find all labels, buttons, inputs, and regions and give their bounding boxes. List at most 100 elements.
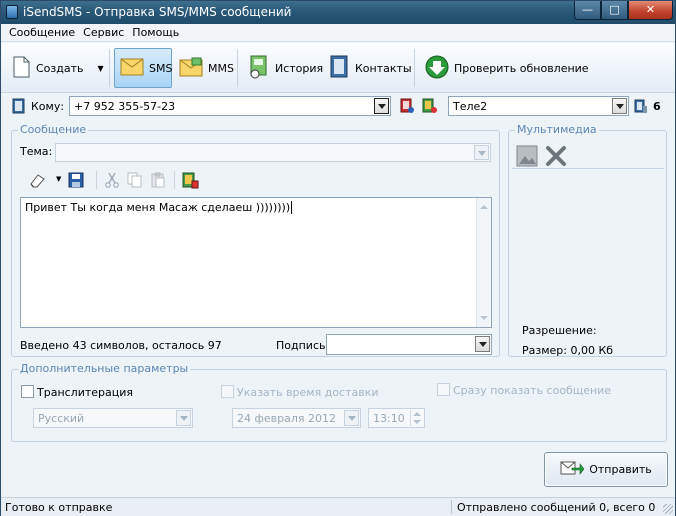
send-button[interactable]: Отправить xyxy=(544,452,668,487)
multimedia-group-title: Мультимедиа xyxy=(515,123,599,136)
message-textarea[interactable]: Привет Ты когда меня Масаж сделаеш )))))… xyxy=(20,197,492,328)
title-bar: iSendSMS - Отправка SMS/MMS сообщений — … xyxy=(1,1,675,24)
toolbar: Создать ▼ SMS MMS История Контакты Прове… xyxy=(1,43,675,93)
contacts-button[interactable]: Контакты xyxy=(323,48,417,88)
create-button[interactable]: Создать ▼ xyxy=(6,48,109,88)
message-group-title: Сообщение xyxy=(18,123,89,136)
minimize-icon[interactable]: — xyxy=(574,1,601,20)
toolbar-separator xyxy=(414,49,415,87)
recipients-count: 6 xyxy=(653,100,661,113)
add-contact-icon[interactable] xyxy=(399,98,415,114)
delivery-date-picker[interactable]: 24 февраля 2012 xyxy=(232,408,361,428)
address-book-icon xyxy=(328,55,350,82)
window-title: iSendSMS - Отправка SMS/MMS сообщений xyxy=(23,5,292,19)
menu-help[interactable]: Помощь xyxy=(128,26,183,39)
update-label: Проверить обновление xyxy=(454,61,589,75)
menu-message[interactable]: Сообщение xyxy=(5,26,79,39)
contacts-label: Контакты xyxy=(355,61,412,75)
update-download-icon xyxy=(425,55,449,82)
sms-button[interactable]: SMS xyxy=(114,48,172,88)
delivery-time-label: Указать время доставки xyxy=(237,386,379,399)
language-combo[interactable]: Русский xyxy=(33,408,193,428)
recipient-combo[interactable]: +7 952 355-57-23 xyxy=(69,96,391,116)
language-value: Русский xyxy=(38,412,85,425)
window-controls: — □ ✕ xyxy=(574,1,673,21)
app-icon xyxy=(6,5,18,19)
resize-grip-icon[interactable] xyxy=(663,504,673,514)
flash-sms-checkbox[interactable] xyxy=(437,383,450,396)
toolbar-separator xyxy=(174,171,175,189)
status-separator xyxy=(451,500,452,514)
send-icon xyxy=(560,460,585,479)
save-icon[interactable] xyxy=(68,172,84,191)
delete-icon[interactable] xyxy=(545,146,567,169)
chevron-down-icon[interactable] xyxy=(612,98,627,114)
check-update-button[interactable]: Проверить обновление xyxy=(420,48,594,88)
char-counter: Введено 43 символов, осталось 97 xyxy=(20,339,222,352)
insert-image-icon[interactable] xyxy=(516,145,538,170)
paste-icon[interactable] xyxy=(150,172,166,191)
chevron-down-icon xyxy=(474,145,489,160)
message-text: Привет Ты когда меня Масаж сделаеш )))))… xyxy=(25,201,291,214)
delivery-time-checkbox[interactable] xyxy=(221,385,234,398)
scroll-up-icon[interactable] xyxy=(480,205,488,209)
copy-icon[interactable] xyxy=(127,172,143,191)
status-right: Отправлено сообщений 0, всего 0 xyxy=(457,501,656,514)
recipient-value: +7 952 355-57-23 xyxy=(74,100,176,113)
history-icon xyxy=(248,55,270,82)
status-bar: Готово к отправке Отправлено сообщений 0… xyxy=(1,497,675,516)
app-window: iSendSMS - Отправка SMS/MMS сообщений — … xyxy=(0,0,676,516)
recipient-row: Кому: +7 952 355-57-23 Теле2 6 xyxy=(1,96,675,118)
translit-label: Транслитерация xyxy=(37,386,134,399)
close-icon[interactable]: ✕ xyxy=(628,1,673,20)
templates-icon[interactable] xyxy=(182,172,199,192)
chevron-down-icon[interactable]: ▼ xyxy=(56,175,61,183)
text-cursor: ​ xyxy=(291,201,293,214)
resolution-label: Разрешение: xyxy=(522,324,597,337)
message-scrollbar[interactable] xyxy=(476,198,491,327)
mms-button[interactable]: MMS xyxy=(174,48,239,88)
history-button[interactable]: История xyxy=(243,48,328,88)
delivery-time-value: 13:10 xyxy=(373,412,405,425)
multimedia-group: Мультимедиа Разрешение: Размер: 0,00 Кб xyxy=(508,123,667,357)
operator-value: Теле2 xyxy=(453,100,488,113)
cut-icon[interactable] xyxy=(104,172,120,191)
chevron-down-icon[interactable]: ▼ xyxy=(98,64,104,73)
group-contacts-icon[interactable] xyxy=(422,98,438,114)
flash-sms-label: Сразу показать сообщение xyxy=(453,384,612,397)
extra-params-title: Дополнительные параметры xyxy=(18,362,191,375)
divider xyxy=(512,168,664,169)
extra-params-group: Дополнительные параметры Транслитерация … xyxy=(11,362,667,442)
spinner-buttons[interactable] xyxy=(410,410,423,426)
translit-checkbox[interactable] xyxy=(21,385,34,398)
menu-service[interactable]: Сервис xyxy=(79,26,128,39)
history-label: История xyxy=(275,61,324,75)
new-document-icon xyxy=(11,56,31,81)
to-label: Кому: xyxy=(31,100,65,113)
create-label: Создать xyxy=(36,61,84,75)
chevron-down-icon[interactable] xyxy=(374,98,389,114)
delivery-date-value: 24 февраля 2012 xyxy=(237,412,337,425)
signature-combo[interactable] xyxy=(326,334,492,355)
size-label: Размер: 0,00 Кб xyxy=(522,344,614,357)
toolbar-separator xyxy=(96,171,97,189)
chevron-down-icon[interactable] xyxy=(475,336,490,352)
mms-label: MMS xyxy=(208,61,234,75)
operator-combo[interactable]: Теле2 xyxy=(448,96,629,116)
sms-label: SMS xyxy=(149,61,173,75)
scroll-down-icon[interactable] xyxy=(480,316,488,320)
toolbar-separator xyxy=(237,49,238,87)
signature-label: Подпись xyxy=(276,339,326,352)
send-label: Отправить xyxy=(589,463,652,476)
chevron-down-icon[interactable] xyxy=(344,410,359,426)
menu-bar: Сообщение Сервис Помощь xyxy=(1,24,675,42)
eraser-icon[interactable] xyxy=(28,172,46,191)
subject-label: Тема: xyxy=(20,145,53,158)
delivery-time-spinner[interactable]: 13:10 xyxy=(368,408,425,428)
subject-input[interactable] xyxy=(55,143,491,162)
mms-envelope-icon xyxy=(179,57,203,80)
toolbar-separator xyxy=(109,49,110,87)
chevron-down-icon[interactable] xyxy=(176,410,191,426)
recipients-count-icon xyxy=(634,99,648,117)
maximize-icon[interactable]: □ xyxy=(601,1,628,20)
